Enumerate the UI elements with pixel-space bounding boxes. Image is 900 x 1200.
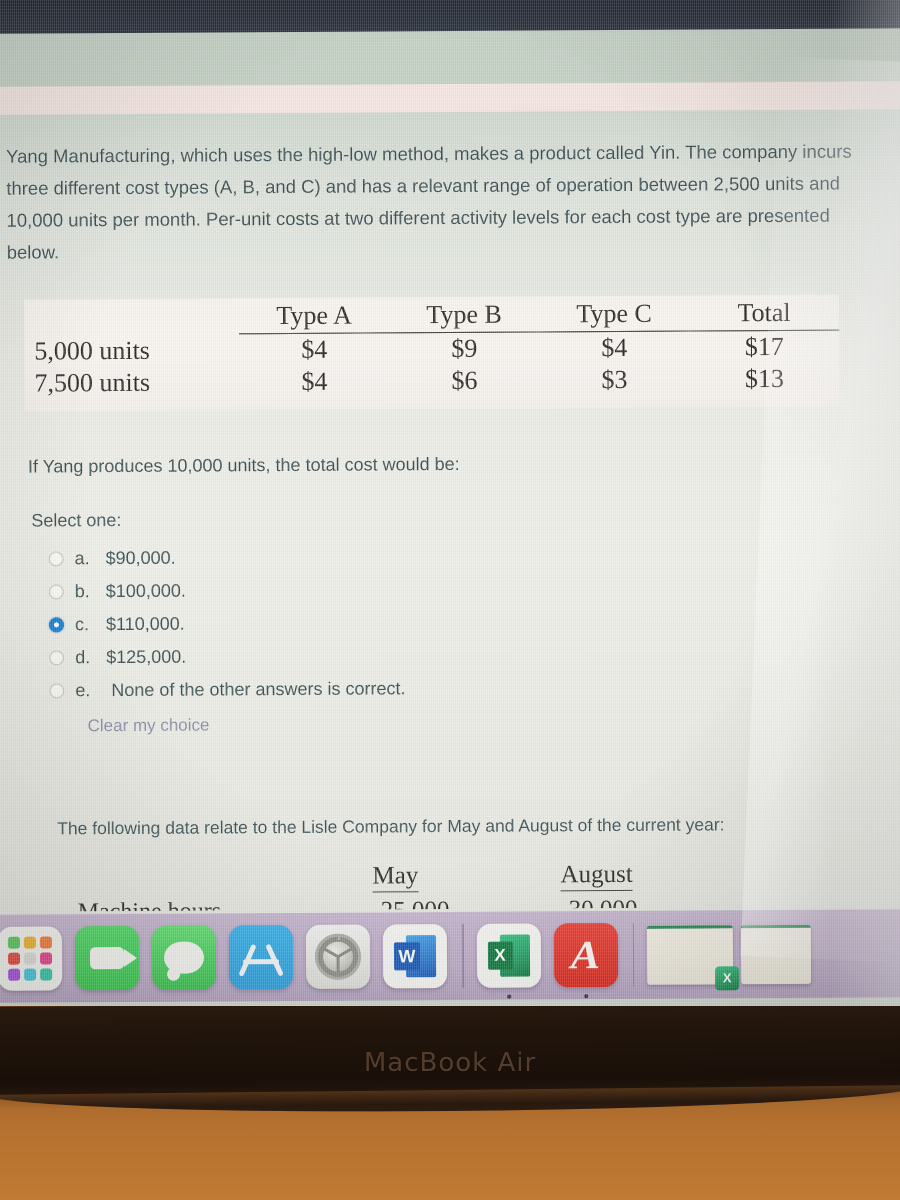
gear-icon	[314, 933, 362, 980]
option-c[interactable]: c. $110,000.	[48, 604, 749, 641]
column-header-may: May	[372, 862, 419, 893]
next-question-intro: The following data relate to the Lisle C…	[57, 814, 725, 839]
excel-icon[interactable]: X	[476, 923, 541, 999]
radio-button-e[interactable]	[49, 683, 65, 699]
table-row: 5,000 units $4 $9 $4 $17	[24, 330, 839, 367]
dock-separator	[632, 922, 635, 987]
laptop-screen: Yang Manufacturing, which uses the high-…	[0, 0, 900, 1006]
option-text-c: $110,000.	[105, 613, 185, 635]
cell-7500-type-a: $4	[301, 366, 328, 396]
photograph-of-macbook-air: MacBook Air Yang Manufacturing, which us…	[0, 0, 900, 1200]
option-d[interactable]: d. $125,000.	[49, 637, 749, 674]
dock-separator	[461, 923, 464, 988]
facetime-icon[interactable]	[74, 925, 140, 991]
cut-off-value-august: 30,000	[569, 896, 638, 908]
running-indicator-acrobat	[583, 994, 588, 999]
cut-off-value-may: 25,000	[381, 897, 450, 909]
select-one-label: Select one:	[31, 510, 122, 531]
cell-7500-total: $13	[744, 363, 785, 394]
option-text-b: $100,000.	[105, 580, 186, 602]
option-letter-c: c.	[74, 614, 90, 635]
document-thumbnail-partial[interactable]	[740, 924, 812, 984]
option-letter-b: b.	[74, 581, 90, 602]
table-row: 7,500 units $4 $6 $3 $13	[24, 363, 839, 400]
option-letter-d: d.	[75, 647, 91, 668]
cell-5000-type-b: $9	[451, 333, 478, 363]
macbook-air-label: MacBook Air	[363, 1048, 537, 1078]
radio-button-b[interactable]	[48, 584, 64, 600]
cell-5000-type-a: $4	[301, 334, 328, 364]
per-unit-cost-table: Type A Type B Type C Total 5,000 units $…	[24, 293, 840, 400]
column-header-august: August	[560, 860, 633, 892]
cell-7500-type-b: $6	[451, 365, 478, 395]
running-indicator-excel	[506, 994, 511, 999]
option-letter-a: a.	[74, 548, 90, 569]
column-header-total: Total	[688, 293, 840, 332]
acrobat-letter: A	[570, 932, 601, 978]
cell-7500-type-c: $3	[601, 364, 628, 395]
launchpad-grid	[7, 936, 53, 981]
word-document-glyph: W	[393, 935, 437, 978]
column-header-type-b: Type B	[388, 295, 540, 333]
option-e[interactable]: e. None of the other answers is correct.	[49, 670, 749, 707]
excel-document-glyph: X	[487, 934, 530, 977]
sub-question-text: If Yang produces 10,000 units, the total…	[27, 453, 460, 477]
row-label-7500-units: 7,500 units	[34, 367, 151, 398]
quiz-content: Yang Manufacturing, which uses the high-…	[0, 0, 900, 933]
app-store-icon[interactable]	[228, 924, 294, 990]
app-store-a-glyph	[238, 939, 284, 977]
word-letter: W	[393, 942, 421, 971]
launchpad-icon[interactable]	[0, 926, 63, 991]
option-text-d: $125,000.	[106, 646, 187, 668]
table-header-row: Type A Type B Type C Total	[24, 293, 840, 335]
option-text-a: $90,000.	[105, 547, 176, 569]
row-label-5000-units: 5,000 units	[34, 335, 150, 366]
table-corner-cell	[24, 297, 239, 335]
cell-5000-total: $17	[744, 331, 784, 362]
acrobat-icon[interactable]: A	[553, 923, 618, 999]
option-a[interactable]: a. $90,000.	[48, 538, 748, 575]
column-header-type-a: Type A	[238, 296, 390, 334]
radio-button-a[interactable]	[48, 551, 64, 567]
speech-bubble-glyph	[163, 941, 205, 974]
answer-options-list: a. $90,000. b. $100,000. c. $110,000. d.…	[48, 538, 749, 707]
macos-dock: W X A X	[0, 909, 900, 1003]
radio-button-d[interactable]	[49, 650, 65, 666]
excel-letter: X	[487, 941, 513, 970]
document-thumbnail[interactable]: X	[646, 924, 740, 990]
system-preferences-icon[interactable]	[305, 924, 371, 989]
messages-icon[interactable]	[151, 925, 217, 990]
word-icon[interactable]: W	[382, 924, 448, 989]
video-camera-glyph	[89, 947, 125, 970]
radio-button-c[interactable]	[48, 617, 65, 633]
option-text-e: None of the other answers is correct.	[111, 678, 406, 701]
option-letter-e: e.	[75, 680, 91, 701]
option-b[interactable]: b. $100,000.	[48, 571, 749, 608]
clear-my-choice-link[interactable]: Clear my choice	[88, 715, 210, 736]
excel-badge-letter: X	[715, 965, 740, 990]
cut-off-row-label: Machine hours	[78, 898, 221, 911]
column-header-type-c: Type C	[538, 294, 690, 332]
question-stem: Yang Manufacturing, which uses the high-…	[6, 140, 852, 263]
cell-5000-type-c: $4	[601, 332, 628, 363]
